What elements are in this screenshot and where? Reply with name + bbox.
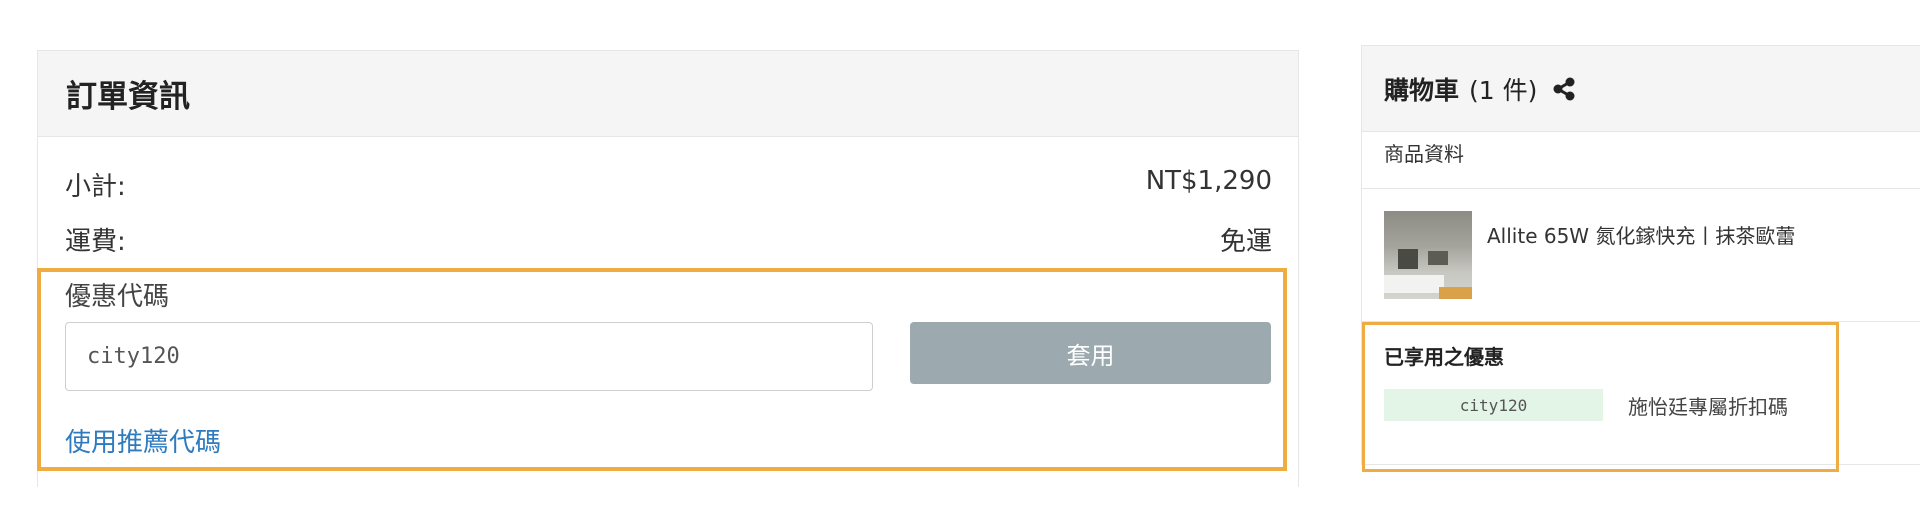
coupon-label: 優惠代碼: [65, 282, 170, 312]
use-referral-code-link[interactable]: 使用推薦代碼: [65, 422, 221, 459]
applied-coupon-code-badge: city120: [1384, 389, 1603, 421]
product-thumbnail[interactable]: [1384, 211, 1472, 299]
cart-count: (1 件): [1469, 75, 1538, 105]
apply-coupon-button[interactable]: 套用: [910, 322, 1271, 384]
product-name[interactable]: Allite 65W 氮化鎵快充丨抹茶歐蕾: [1487, 220, 1795, 249]
shipping-row: 運費: 免運: [65, 221, 1272, 258]
product-section-label: 商品資料: [1384, 142, 1464, 166]
applied-coupon-description: 施怡廷專屬折扣碼: [1628, 395, 1788, 419]
applied-discount-title: 已享用之優惠: [1384, 345, 1504, 369]
shipping-label: 運費:: [65, 227, 126, 257]
shipping-value: 免運: [1219, 227, 1272, 257]
share-icon[interactable]: [1551, 76, 1577, 102]
subtotal-row: 小計: NT$1,290: [65, 166, 1272, 203]
order-info-title: 訂單資訊: [66, 79, 190, 115]
cart-divider: [1362, 188, 1920, 189]
cart-header: 購物車 (1 件): [1362, 46, 1920, 132]
order-info-header: 訂單資訊: [38, 51, 1298, 137]
subtotal-label: 小計:: [65, 172, 126, 202]
coupon-input[interactable]: [65, 322, 873, 391]
subtotal-value: NT$1,290: [1145, 166, 1272, 196]
cart-title: 購物車: [1384, 75, 1460, 105]
